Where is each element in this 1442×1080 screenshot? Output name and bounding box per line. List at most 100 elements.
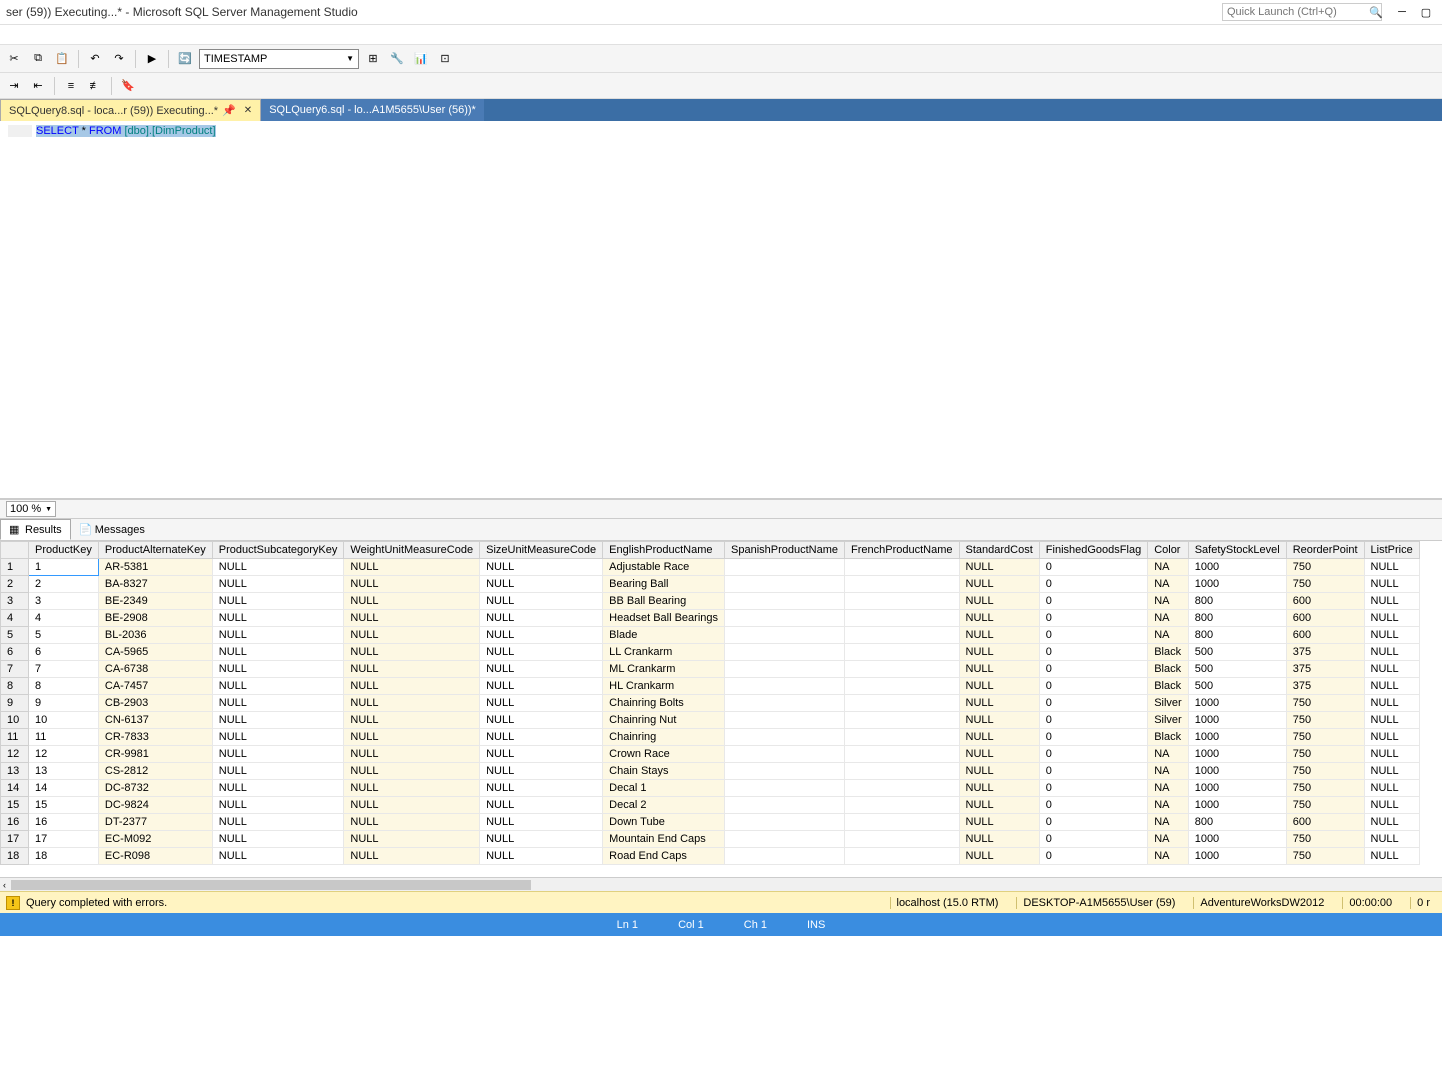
table-cell[interactable] (725, 746, 845, 763)
table-cell[interactable]: Silver (1148, 712, 1189, 729)
table-cell[interactable]: NULL (344, 831, 480, 848)
table-cell[interactable]: NULL (480, 576, 603, 593)
table-cell[interactable] (725, 848, 845, 865)
table-cell[interactable]: 0 (1039, 797, 1147, 814)
column-header[interactable]: ProductKey (29, 542, 99, 559)
column-header[interactable]: SizeUnitMeasureCode (480, 542, 603, 559)
table-cell[interactable]: CR-9981 (98, 746, 212, 763)
table-cell[interactable]: NULL (959, 593, 1039, 610)
table-cell[interactable]: 750 (1286, 746, 1364, 763)
table-cell[interactable]: NULL (212, 559, 344, 576)
data-table[interactable]: ProductKeyProductAlternateKeyProductSubc… (0, 541, 1420, 865)
table-cell[interactable] (725, 729, 845, 746)
table-cell[interactable]: NULL (344, 763, 480, 780)
execute-icon[interactable]: ▶ (142, 49, 162, 69)
indent-icon[interactable]: ⇥ (4, 76, 24, 96)
table-cell[interactable]: NULL (212, 848, 344, 865)
table-cell[interactable]: BA-8327 (98, 576, 212, 593)
table-cell[interactable]: NULL (1364, 661, 1419, 678)
comment-icon[interactable]: ≡ (61, 76, 81, 96)
row-number[interactable]: 6 (1, 644, 29, 661)
table-cell[interactable]: 0 (1039, 661, 1147, 678)
table-cell[interactable]: NULL (344, 729, 480, 746)
table-cell[interactable]: NULL (959, 746, 1039, 763)
table-cell[interactable]: 4 (29, 610, 99, 627)
table-cell[interactable]: NULL (959, 678, 1039, 695)
table-cell[interactable]: NULL (1364, 678, 1419, 695)
table-row[interactable]: 1111CR-7833NULLNULLNULLChainringNULL0Bla… (1, 729, 1420, 746)
row-number[interactable]: 16 (1, 814, 29, 831)
table-row[interactable]: 88CA-7457NULLNULLNULLHL CrankarmNULL0Bla… (1, 678, 1420, 695)
table-cell[interactable]: NULL (1364, 729, 1419, 746)
table-cell[interactable]: NULL (212, 746, 344, 763)
table-cell[interactable] (725, 695, 845, 712)
row-number[interactable]: 13 (1, 763, 29, 780)
table-cell[interactable]: 0 (1039, 729, 1147, 746)
table-cell[interactable]: 375 (1286, 644, 1364, 661)
table-row[interactable]: 77CA-6738NULLNULLNULLML CrankarmNULL0Bla… (1, 661, 1420, 678)
table-cell[interactable]: Chainring (603, 729, 725, 746)
table-cell[interactable]: NULL (480, 593, 603, 610)
table-row[interactable]: 1313CS-2812NULLNULLNULLChain StaysNULL0N… (1, 763, 1420, 780)
table-cell[interactable]: NULL (480, 644, 603, 661)
table-cell[interactable]: NULL (959, 627, 1039, 644)
table-cell[interactable]: BB Ball Bearing (603, 593, 725, 610)
table-cell[interactable]: NULL (1364, 610, 1419, 627)
column-header[interactable]: ProductSubcategoryKey (212, 542, 344, 559)
table-cell[interactable]: Crown Race (603, 746, 725, 763)
row-number[interactable]: 4 (1, 610, 29, 627)
table-cell[interactable]: NA (1148, 814, 1189, 831)
scroll-thumb[interactable] (11, 880, 531, 890)
table-cell[interactable] (725, 780, 845, 797)
copy-icon[interactable]: ⧉ (28, 49, 48, 69)
table-cell[interactable]: 0 (1039, 695, 1147, 712)
table-cell[interactable]: NULL (212, 831, 344, 848)
row-number[interactable]: 14 (1, 780, 29, 797)
table-cell[interactable]: NULL (959, 797, 1039, 814)
table-cell[interactable]: 13 (29, 763, 99, 780)
table-cell[interactable]: 16 (29, 814, 99, 831)
table-cell[interactable]: NULL (212, 610, 344, 627)
table-cell[interactable]: NULL (344, 576, 480, 593)
table-cell[interactable]: NA (1148, 780, 1189, 797)
row-number[interactable]: 7 (1, 661, 29, 678)
table-cell[interactable]: NULL (212, 814, 344, 831)
table-cell[interactable]: BL-2036 (98, 627, 212, 644)
table-row[interactable]: 1212CR-9981NULLNULLNULLCrown RaceNULL0NA… (1, 746, 1420, 763)
row-number[interactable]: 3 (1, 593, 29, 610)
table-cell[interactable]: NULL (480, 848, 603, 865)
table-cell[interactable] (845, 610, 960, 627)
table-cell[interactable]: 0 (1039, 763, 1147, 780)
table-cell[interactable]: 10 (29, 712, 99, 729)
table-cell[interactable]: 5 (29, 627, 99, 644)
table-cell[interactable]: NULL (480, 763, 603, 780)
table-cell[interactable]: 750 (1286, 797, 1364, 814)
table-cell[interactable]: 600 (1286, 627, 1364, 644)
table-cell[interactable]: 0 (1039, 610, 1147, 627)
table-cell[interactable]: NULL (1364, 695, 1419, 712)
table-cell[interactable]: Decal 2 (603, 797, 725, 814)
table-cell[interactable]: NULL (212, 695, 344, 712)
table-cell[interactable]: 7 (29, 661, 99, 678)
close-icon[interactable]: ✕ (244, 105, 252, 116)
table-cell[interactable]: DC-9824 (98, 797, 212, 814)
table-cell[interactable]: Road End Caps (603, 848, 725, 865)
table-cell[interactable]: Adjustable Race (603, 559, 725, 576)
table-cell[interactable]: EC-R098 (98, 848, 212, 865)
table-cell[interactable]: NULL (212, 678, 344, 695)
table-cell[interactable]: NULL (959, 780, 1039, 797)
table-cell[interactable]: 1000 (1188, 763, 1286, 780)
pin-icon[interactable]: 📌 (222, 104, 236, 117)
table-cell[interactable]: 17 (29, 831, 99, 848)
table-cell[interactable] (725, 678, 845, 695)
table-cell[interactable]: NULL (212, 576, 344, 593)
table-cell[interactable]: 1 (29, 559, 99, 576)
table-cell[interactable] (845, 559, 960, 576)
column-header[interactable]: SpanishProductName (725, 542, 845, 559)
table-cell[interactable]: Headset Ball Bearings (603, 610, 725, 627)
bookmark-icon[interactable]: 🔖 (118, 76, 138, 96)
tab-query8[interactable]: SQLQuery8.sql - loca...r (59)) Executing… (0, 99, 261, 121)
table-cell[interactable]: CN-6137 (98, 712, 212, 729)
uncomment-icon[interactable]: ≢ (85, 76, 105, 96)
table-cell[interactable]: 0 (1039, 831, 1147, 848)
